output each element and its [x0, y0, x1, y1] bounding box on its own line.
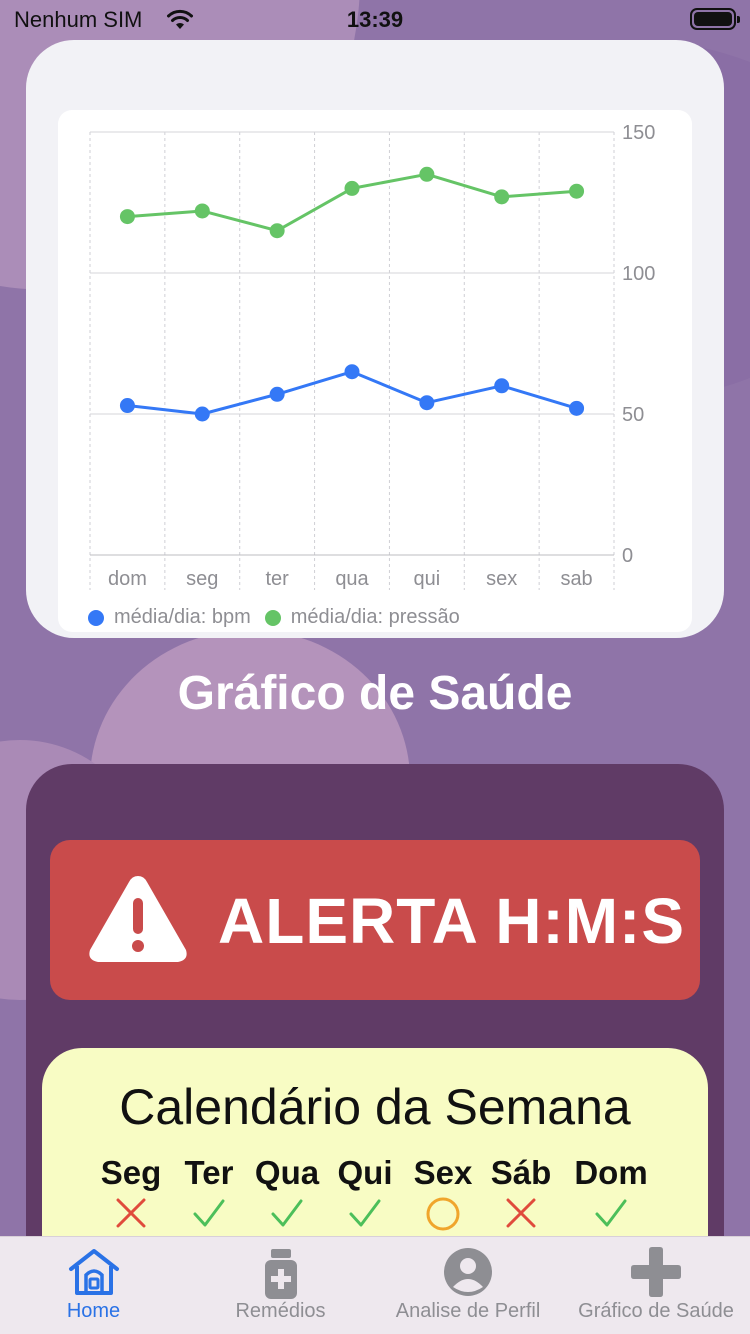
cross-icon	[506, 1198, 536, 1228]
y-tick-label: 50	[622, 404, 644, 426]
status-bar: Nenhum SIM 13:39	[0, 0, 750, 40]
calendar-day: Sáb	[476, 1154, 566, 1230]
check-icon	[349, 1199, 381, 1227]
health-chart-card: 0 50 100 150 dom seg ter qua qui sex sab média/dia…	[26, 40, 724, 638]
section-title: Gráfico de Saúde	[177, 667, 573, 720]
day-label: Ter	[184, 1154, 234, 1191]
y-tick-label: 100	[622, 263, 655, 285]
plus-icon	[631, 1247, 681, 1297]
check-icon	[595, 1199, 627, 1227]
x-tick-label: qua	[335, 568, 369, 590]
calendar-day: Seg	[86, 1154, 176, 1230]
data-point	[419, 395, 435, 411]
calendar-day: Dom	[566, 1154, 656, 1230]
legend-label: média/dia: bpm	[114, 606, 251, 628]
battery-icon	[690, 8, 740, 30]
alert-button[interactable]: ALERTA H:M:S	[50, 840, 700, 1000]
day-label: Sex	[413, 1154, 473, 1191]
chart-area: 0 50 100 150 dom seg ter qua qui sex sab média/dia…	[58, 110, 692, 632]
tab-label: Analise de Perfil	[395, 1300, 541, 1322]
alert-label: ALERTA H:M:S	[218, 885, 686, 957]
data-point	[344, 364, 360, 380]
calendar-day: Qui	[320, 1154, 410, 1230]
data-point	[269, 223, 285, 239]
y-tick-label: 0	[622, 545, 633, 567]
calendar-day: Qua	[242, 1154, 332, 1230]
data-point	[119, 398, 135, 414]
x-tick-label: seg	[186, 568, 218, 590]
calendar-day: Sex	[398, 1154, 488, 1232]
tab-home[interactable]: Home	[0, 1237, 187, 1334]
legend-dot-icon	[88, 609, 104, 626]
profile-icon	[444, 1248, 492, 1296]
tab-label: Home	[66, 1300, 121, 1322]
data-point	[119, 209, 135, 225]
data-point	[269, 386, 285, 402]
legend-item-bpm: média/dia: bpm	[88, 606, 251, 629]
x-tick-label: sab	[560, 568, 592, 590]
tab-bar: Home Remédios Analise de Perfil Gráfico …	[0, 1236, 750, 1334]
legend-dot-icon	[264, 609, 281, 626]
x-tick-label: dom	[108, 568, 147, 590]
data-point	[494, 189, 510, 205]
data-point	[344, 180, 360, 196]
day-label: Qua	[254, 1154, 320, 1191]
tab-label: Remédios	[235, 1300, 326, 1322]
x-tick-label: sex	[486, 568, 517, 590]
calendar-day: Ter	[164, 1154, 254, 1230]
data-point	[419, 166, 435, 182]
day-label: Seg	[100, 1154, 162, 1191]
clock: 13:39	[346, 7, 404, 32]
data-point	[494, 378, 510, 394]
data-point	[194, 203, 210, 219]
line-chart: 0 50 100 150 dom seg ter qua qui sex sab	[89, 122, 655, 590]
x-tick-label: qui	[414, 568, 441, 590]
y-tick-label: 150	[622, 122, 655, 144]
check-icon	[193, 1199, 225, 1227]
x-tick-label: ter	[265, 568, 289, 590]
calendar-title: Calendário da Semana	[119, 1079, 631, 1135]
chart-legend: média/dia: bpm média/dia: pressão	[88, 606, 474, 629]
data-point	[194, 406, 210, 422]
data-point	[569, 183, 585, 199]
medicine-bottle-icon	[264, 1249, 297, 1299]
day-label: Sáb	[490, 1154, 552, 1191]
cross-icon	[116, 1198, 146, 1228]
home-icon	[68, 1249, 119, 1295]
tab-analise-de-perfil[interactable]: Analise de Perfil	[374, 1237, 562, 1334]
tab-label: Gráfico de Saúde	[578, 1300, 734, 1322]
day-label: Dom	[574, 1154, 648, 1191]
data-point	[569, 400, 585, 416]
legend-item-pressure: média/dia: pressão	[264, 606, 460, 629]
day-label: Qui	[337, 1154, 393, 1191]
warning-triangle-icon	[89, 876, 187, 962]
circle-icon	[426, 1197, 460, 1231]
tab-grafico-de-saude[interactable]: Gráfico de Saúde	[562, 1237, 750, 1334]
check-icon	[271, 1199, 303, 1227]
legend-label: média/dia: pressão	[290, 606, 460, 628]
tab-remedios[interactable]: Remédios	[187, 1237, 374, 1334]
